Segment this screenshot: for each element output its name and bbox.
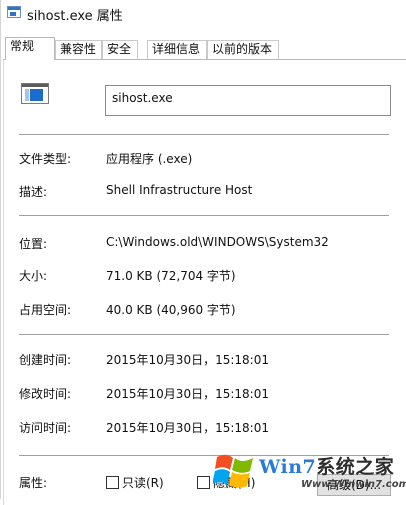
watermark-url: Www.Winwin7.com	[301, 479, 406, 490]
watermark-brand: Win7系统之家	[259, 452, 394, 479]
readonly-checkbox[interactable]	[106, 476, 119, 489]
watermark-brand-prefix: Win7	[259, 456, 317, 478]
created-value: 2015年10月30日，15:18:01	[106, 353, 269, 367]
modified-label: 修改时间:	[19, 387, 72, 401]
description-label: 描述:	[19, 185, 48, 199]
window-title: sihost.exe 属性	[27, 9, 123, 24]
modified-value: 2015年10月30日，15:18:01	[106, 387, 269, 401]
tab-bar: 常规 兼容性 安全 详细信息 以前的版本	[1, 37, 406, 60]
description-value: Shell Infrastructure Host	[106, 183, 253, 197]
location-value: C:\Windows.old\WINDOWS\System32	[106, 235, 329, 249]
windows-logo-icon	[213, 454, 253, 488]
tab-general[interactable]: 常规	[5, 37, 55, 60]
watermark-brand-suffix: 系统之家	[316, 456, 395, 478]
readonly-label[interactable]: 只读(R)	[122, 474, 164, 491]
location-label: 位置:	[19, 237, 48, 251]
size-on-disk-value: 40.0 KB (40,960 字节)	[106, 303, 236, 317]
tab-security[interactable]: 安全	[102, 40, 138, 59]
attributes-label: 属性:	[19, 476, 48, 490]
accessed-value: 2015年10月30日，15:18:01	[106, 421, 269, 435]
size-on-disk-label: 占用空间:	[19, 303, 72, 317]
window-app-icon	[7, 6, 21, 18]
file-type-value: 应用程序 (.exe)	[106, 152, 193, 166]
tab-previous-versions[interactable]: 以前的版本	[207, 40, 279, 59]
exe-file-icon	[21, 83, 49, 104]
created-label: 创建时间:	[19, 353, 72, 367]
tab-compatibility[interactable]: 兼容性	[55, 40, 102, 59]
accessed-label: 访问时间:	[19, 421, 72, 435]
separator	[19, 215, 389, 216]
hidden-checkbox[interactable]	[197, 476, 210, 489]
separator	[19, 334, 389, 335]
tab-details[interactable]: 详细信息	[147, 40, 207, 59]
size-value: 71.0 KB (72,704 字节)	[106, 269, 236, 283]
properties-dialog: sihost.exe 属性 常规 兼容性 安全 详细信息 以前的版本 sihos…	[0, 0, 406, 505]
file-name-field[interactable]: sihost.exe	[105, 85, 391, 116]
size-label: 大小:	[19, 269, 48, 283]
file-type-label: 文件类型:	[19, 152, 72, 166]
title-bar: sihost.exe 属性	[1, 0, 406, 26]
watermark: Win7系统之家 Www.Winwin7.com	[213, 446, 406, 499]
separator	[19, 134, 389, 135]
